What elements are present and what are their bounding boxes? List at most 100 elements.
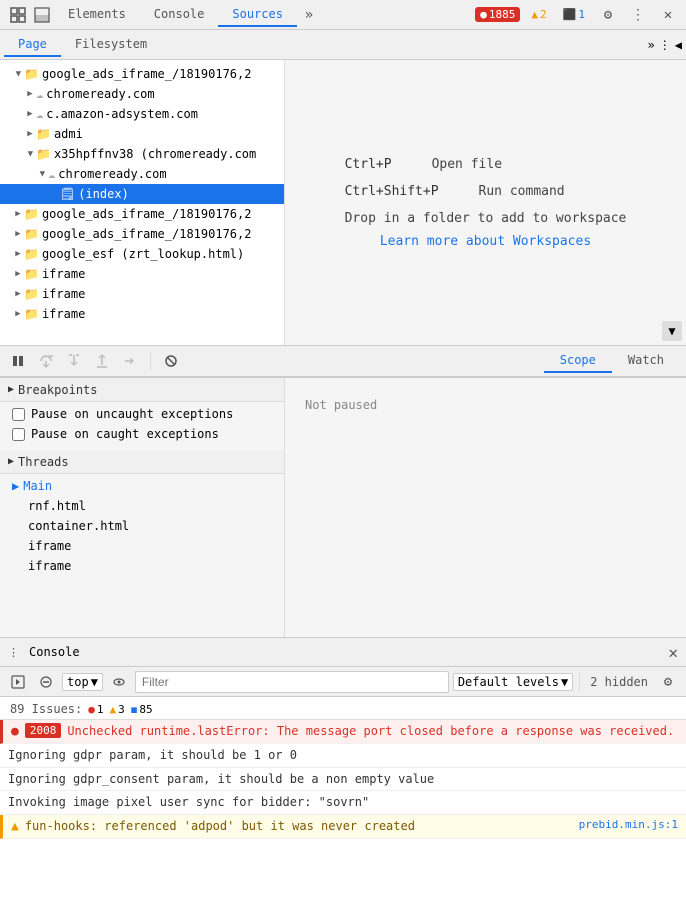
- console-header: ⋮ Console ✕: [0, 637, 686, 667]
- pause-caught-input[interactable]: [12, 428, 25, 441]
- tree-item-iframe1[interactable]: ▶ 📁 iframe: [0, 264, 284, 284]
- hidden-count: 2 hidden: [590, 675, 648, 689]
- tree-item-index[interactable]: 🗒 (index): [0, 184, 284, 204]
- tree-item-admi[interactable]: ▶ 📁 admi: [0, 124, 284, 144]
- tree-arrow-iframe1: ▶: [12, 268, 24, 280]
- entry-text-gdpr1: Ignoring gdpr param, it should be 1 or 0: [8, 747, 678, 764]
- scope-tab[interactable]: Scope: [544, 349, 612, 373]
- tab-filesystem[interactable]: Filesystem: [61, 33, 161, 57]
- tree-label-amazon: c.amazon-adsystem.com: [46, 107, 198, 121]
- more-tabs-icon[interactable]: »: [297, 3, 321, 27]
- tree-label-googleads1: google_ads_iframe_/18190176,2: [42, 207, 252, 221]
- info-icon: ⬛: [563, 8, 577, 21]
- pause-caught-checkbox[interactable]: Pause on caught exceptions: [0, 424, 284, 444]
- tree-item-googleads1[interactable]: ▶ 📁 google_ads_iframe_/18190176,2: [0, 204, 284, 224]
- tree-arrow-x35h: ▶: [24, 148, 36, 160]
- scroll-bottom-button[interactable]: ▼: [662, 321, 682, 341]
- tree-arrow-iframe2: ▶: [12, 288, 24, 300]
- tree-item-root[interactable]: ▶ 📁 google_ads_iframe_/18190176,2: [0, 64, 284, 84]
- tree-item-googleesf[interactable]: ▶ 📁 google_esf (zrt_lookup.html): [0, 244, 284, 264]
- threads-content: ▶ Main rnf.html container.html iframe if…: [0, 474, 284, 578]
- tab-page[interactable]: Page: [4, 33, 61, 57]
- top-context-selector[interactable]: top ▼: [62, 673, 103, 691]
- shortcut-desc-1: Open file: [432, 157, 502, 172]
- learn-workspaces-link[interactable]: Learn more about Workspaces: [345, 234, 627, 249]
- thread-main[interactable]: ▶ Main: [0, 476, 284, 496]
- log-level-selector[interactable]: Default levels ▼: [453, 673, 573, 691]
- step-button[interactable]: [118, 349, 142, 373]
- shortcut-openfile: Ctrl+P Open file: [345, 157, 627, 172]
- issues-info-icon: ◼: [131, 703, 138, 716]
- shortcut-key-1: Ctrl+P: [345, 157, 392, 172]
- thread-container[interactable]: container.html: [0, 516, 284, 536]
- tab-console[interactable]: Console: [140, 3, 219, 27]
- thread-rnf[interactable]: rnf.html: [0, 496, 284, 516]
- tree-item-googleads2[interactable]: ▶ 📁 google_ads_iframe_/18190176,2: [0, 224, 284, 244]
- scope-watch-tabs: Scope Watch: [544, 349, 680, 373]
- tree-item-chromeready2[interactable]: ▶ ☁ chromeready.com: [0, 164, 284, 184]
- console-dot-icon: ⋮: [8, 646, 19, 659]
- file-tree: ▶ 📁 google_ads_iframe_/18190176,2 ▶ ☁ ch…: [0, 60, 284, 345]
- thread-iframe1[interactable]: iframe: [0, 536, 284, 556]
- tree-label-x35h: x35hpffnv38 (chromeready.com: [54, 147, 256, 161]
- execute-context-button[interactable]: [6, 670, 30, 694]
- collapse-panel-icon[interactable]: ◀: [675, 38, 682, 52]
- tree-item-iframe2[interactable]: ▶ 📁 iframe: [0, 284, 284, 304]
- breakpoints-section-header[interactable]: ▶ Breakpoints: [0, 378, 284, 402]
- console-close-button[interactable]: ✕: [668, 643, 678, 662]
- breakpoints-content: Pause on uncaught exceptions Pause on ca…: [0, 402, 284, 446]
- clear-console-button[interactable]: [34, 670, 58, 694]
- step-over-button[interactable]: [34, 349, 58, 373]
- right-debug-panel: Not paused: [285, 378, 686, 637]
- folder-icon-iframe2: 📁: [24, 287, 39, 301]
- pause-uncaught-checkbox[interactable]: Pause on uncaught exceptions: [0, 404, 284, 424]
- folder-icon-admi: 📁: [36, 127, 51, 141]
- subtabs-options-icon[interactable]: ⋮: [659, 38, 671, 52]
- step-into-button[interactable]: [62, 349, 86, 373]
- tree-item-amazon[interactable]: ▶ ☁ c.amazon-adsystem.com: [0, 104, 284, 124]
- deactivate-breakpoints-button[interactable]: [159, 349, 183, 373]
- thread-iframe2[interactable]: iframe: [0, 556, 284, 576]
- devtools-icon[interactable]: [6, 3, 30, 27]
- pause-uncaught-input[interactable]: [12, 408, 25, 421]
- workspace-panel: Ctrl+P Open file Ctrl+Shift+P Run comman…: [285, 60, 686, 345]
- debug-area: ▶ Breakpoints Pause on uncaught exceptio…: [0, 377, 686, 637]
- file-icon-index: 🗒: [60, 187, 75, 201]
- close-icon[interactable]: ✕: [656, 3, 680, 27]
- tree-arrow-root: ▶: [12, 68, 24, 80]
- breakpoints-title: Breakpoints: [18, 383, 97, 397]
- tree-arrow-index: [48, 188, 60, 200]
- pause-caught-label: Pause on caught exceptions: [31, 427, 219, 441]
- tree-arrow-amazon: ▶: [24, 108, 36, 120]
- threads-section-header[interactable]: ▶ Threads: [0, 450, 284, 474]
- warn-entry-icon: ▲: [11, 819, 19, 834]
- dock-icon[interactable]: [30, 3, 54, 27]
- tree-label-chromeready2: chromeready.com: [58, 167, 166, 181]
- watch-tab[interactable]: Watch: [612, 349, 680, 373]
- info-count: 1: [578, 8, 585, 21]
- error-badge[interactable]: ● 1885: [475, 7, 520, 22]
- tree-item-x35h[interactable]: ▶ 📁 x35hpffnv38 (chromeready.com: [0, 144, 284, 164]
- toolbar-divider: [579, 672, 580, 692]
- step-out-button[interactable]: [90, 349, 114, 373]
- more-options-icon[interactable]: ⋮: [626, 3, 650, 27]
- console-entry-funhooks: ▲ fun-hooks: referenced 'adpod' but it w…: [0, 815, 686, 839]
- tree-item-chromeready1[interactable]: ▶ ☁ chromeready.com: [0, 84, 284, 104]
- error-entry-icon-1: ●: [11, 724, 19, 739]
- folder-icon-iframe3: 📁: [24, 307, 39, 321]
- warning-badge[interactable]: ▲ 2: [526, 7, 551, 22]
- more-subtabs-icon[interactable]: »: [648, 38, 655, 52]
- entry-source-funhooks[interactable]: prebid.min.js:1: [579, 818, 678, 831]
- tab-sources[interactable]: Sources: [218, 3, 297, 27]
- console-settings-button[interactable]: ⚙: [656, 670, 680, 694]
- tab-elements[interactable]: Elements: [54, 3, 140, 27]
- console-filter-input[interactable]: [135, 671, 449, 693]
- pause-uncaught-label: Pause on uncaught exceptions: [31, 407, 233, 421]
- info-badge[interactable]: ⬛ 1: [558, 7, 590, 22]
- top-arrow-icon: ▼: [91, 675, 98, 689]
- pause-button[interactable]: [6, 349, 30, 373]
- eye-button[interactable]: [107, 670, 131, 694]
- tree-item-iframe3[interactable]: ▶ 📁 iframe: [0, 304, 284, 324]
- tree-label-iframe3: iframe: [42, 307, 85, 321]
- settings-icon[interactable]: ⚙: [596, 3, 620, 27]
